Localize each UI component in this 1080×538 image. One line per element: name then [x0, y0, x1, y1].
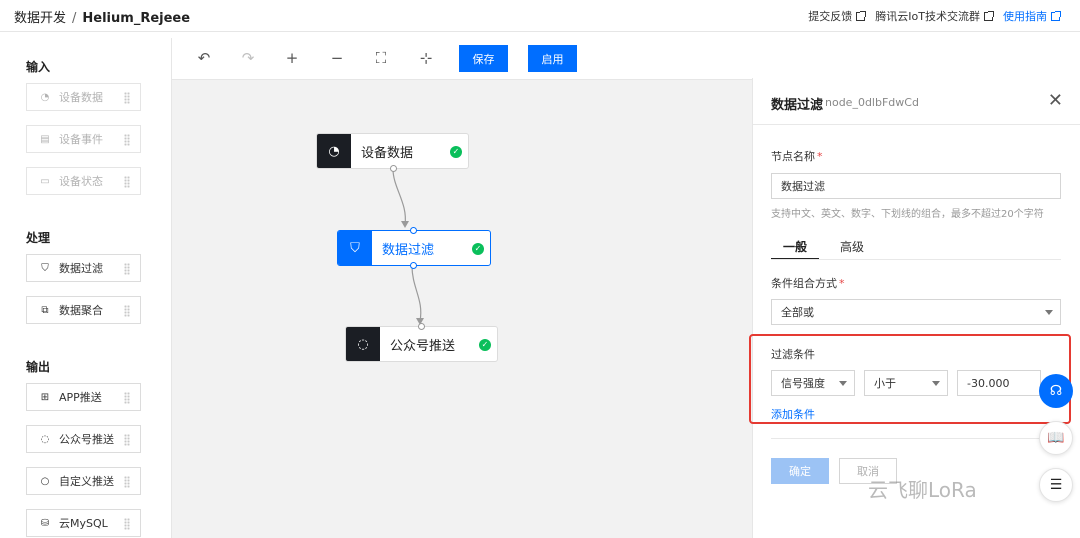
chat-icon: ◌ [346, 327, 380, 361]
input-section-title: 输入 [26, 60, 51, 74]
node-name-input[interactable]: 数据过滤 [771, 173, 1061, 199]
chevron-down-icon [1045, 310, 1053, 315]
watermark: 云飞聊LoRa [868, 478, 977, 502]
breadcrumb-separator: / [72, 11, 77, 26]
drag-handle-icon[interactable] [124, 518, 130, 530]
library-item-device-data[interactable]: ◔ 设备数据 [26, 83, 141, 111]
external-link-icon [1051, 10, 1061, 21]
header-links: 提交反馈 腾讯云IoT技术交流群 使用指南 [808, 8, 1061, 24]
tab-general[interactable]: 一般 [783, 238, 807, 255]
annotation-highlight [749, 334, 1071, 424]
node-name-hint: 支持中文、英文、数字、下划线的组合，最多不超过20个字符 [771, 209, 1044, 220]
flow-canvas[interactable]: ↶ ↷ + − ⛶ ⊹ 保存 启用 ◔ 设备数据 ✓ ⛉ 数据过滤 ✓ ◌ 公众… [172, 38, 752, 538]
drag-handle-icon[interactable] [124, 305, 130, 317]
pie-chart-icon: ◔ [317, 134, 351, 168]
library-item-data-filter[interactable]: ⛉ 数据过滤 [26, 254, 141, 282]
drag-handle-icon[interactable] [124, 134, 130, 146]
database-icon: ⛁ [40, 517, 50, 529]
success-check-icon: ✓ [479, 339, 491, 351]
bulb-icon: ○ [40, 475, 50, 487]
top-header: 数据开发 / Helium_Rejeee 提交反馈 腾讯云IoT技术交流群 使用指南 [0, 0, 1080, 32]
breadcrumb-root[interactable]: 数据开发 [14, 11, 66, 26]
chat-icon: ◌ [40, 433, 50, 445]
drag-handle-icon[interactable] [124, 263, 130, 275]
node-id: node_0dlbFdwCd [825, 96, 919, 109]
library-item-device-status[interactable]: ▭ 设备状态 [26, 167, 141, 195]
community-link[interactable]: 腾讯云IoT技术交流群 [875, 8, 994, 24]
success-check-icon: ✓ [450, 146, 462, 158]
drag-handle-icon[interactable] [124, 176, 130, 188]
drag-handle-icon[interactable] [124, 392, 130, 404]
library-item-custom-push[interactable]: ○ 自定义推送 [26, 467, 141, 495]
library-item-cloud-mysql[interactable]: ⛁ 云MySQL [26, 509, 141, 537]
external-link-icon [984, 10, 994, 21]
footer-divider [771, 438, 1061, 439]
pie-chart-icon: ◔ [40, 91, 50, 103]
drag-handle-icon[interactable] [124, 476, 130, 488]
drag-handle-icon[interactable] [124, 434, 130, 446]
flow-connections [392, 168, 424, 325]
guide-link[interactable]: 使用指南 [1003, 8, 1061, 24]
project-name: Helium_Rejeee [82, 11, 191, 26]
library-item-wechat-push[interactable]: ◌ 公众号推送 [26, 425, 141, 453]
flow-node-wechat-push[interactable]: ◌ 公众号推送 ✓ [345, 323, 498, 362]
feedback-link[interactable]: 提交反馈 [808, 8, 867, 24]
filter-icon: ⛉ [338, 231, 372, 265]
node-library-sidebar: 输入 ◔ 设备数据 ▤ 设备事件 ▭ 设备状态 处理 ⛉ 数据过滤 ⧉ 数据聚合 输出 ⊞… [0, 38, 172, 538]
external-link-icon [856, 10, 867, 21]
close-icon[interactable]: ✕ [1048, 90, 1063, 111]
docs-book-icon[interactable]: 📖 [1039, 421, 1073, 455]
aggregate-icon: ⧉ [41, 304, 49, 316]
output-port[interactable] [390, 165, 397, 172]
support-headset-icon[interactable]: ☊ [1039, 374, 1073, 408]
node-name-label: 节点名称 * [771, 150, 823, 163]
drag-handle-icon[interactable] [124, 92, 130, 104]
output-port[interactable] [410, 262, 417, 269]
library-item-device-event[interactable]: ▤ 设备事件 [26, 125, 141, 153]
flow-node-device-data[interactable]: ◔ 设备数据 ✓ [316, 133, 469, 172]
document-icon: ▤ [40, 133, 50, 145]
confirm-button[interactable]: 确定 [771, 458, 829, 484]
library-item-data-aggregate[interactable]: ⧉ 数据聚合 [26, 296, 141, 324]
node-config-panel: 数据过滤 node_0dlbFdwCd ✕ 节点名称 * 数据过滤 支持中文、英文… [752, 78, 1080, 538]
library-item-app-push[interactable]: ⊞ APP推送 [26, 383, 141, 411]
tab-advanced[interactable]: 高级 [840, 238, 864, 255]
image-icon: ▭ [40, 175, 50, 187]
arrow-head-1 [401, 221, 409, 228]
connector-1 [392, 168, 406, 226]
filter-icon: ⛉ [41, 262, 49, 274]
apps-icon: ⊞ [40, 391, 50, 403]
menu-list-icon[interactable]: ☰ [1039, 468, 1073, 502]
panel-header: 数据过滤 node_0dlbFdwCd ✕ [753, 78, 1080, 125]
combine-mode-select[interactable]: 全部或 [771, 299, 1061, 325]
flow-node-data-filter[interactable]: ⛉ 数据过滤 ✓ [337, 227, 491, 269]
success-check-icon: ✓ [472, 243, 484, 255]
breadcrumb: 数据开发 / Helium_Rejeee [14, 7, 190, 26]
output-section-title: 输出 [26, 360, 51, 374]
input-port[interactable] [418, 323, 425, 330]
tab-divider [771, 259, 1061, 260]
input-port[interactable] [410, 227, 417, 234]
combine-mode-label: 条件组合方式 * [771, 277, 845, 290]
panel-title: 数据过滤 [771, 98, 824, 113]
process-section-title: 处理 [26, 231, 51, 245]
connector-2 [411, 265, 422, 322]
